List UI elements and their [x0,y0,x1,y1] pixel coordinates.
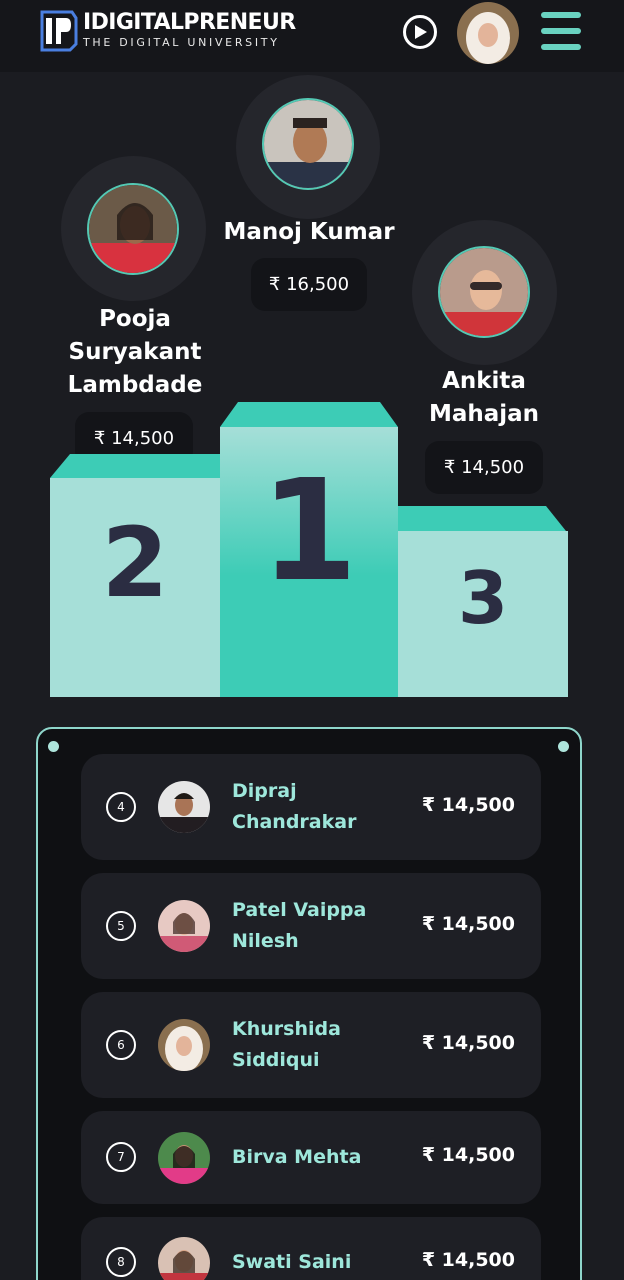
leaderboard-row[interactable]: 6 Khurshida Siddiqui ₹ 14,500 [81,992,541,1098]
podium-third-number: 3 [457,556,509,640]
rank-badge: 4 [106,792,136,822]
row-name: Birva Mehta [232,1146,362,1168]
row-avatar[interactable] [158,1132,210,1184]
rank-badge: 6 [106,1030,136,1060]
leaderboard-panel: 4 Dipraj Chandrakar ₹ 14,500 5 Patel Vai… [36,727,582,1280]
row-amount: ₹ 14,500 [421,1144,515,1166]
rank-badge: 5 [106,911,136,941]
row-avatar[interactable] [158,781,210,833]
podium-third: 3 [398,531,568,697]
row-name: Dipraj Chandrakar [232,780,357,833]
decor-dot [48,741,59,752]
row-amount: ₹ 14,500 [421,794,515,816]
row-amount: ₹ 14,500 [421,913,515,935]
row-avatar[interactable] [158,900,210,952]
row-avatar[interactable] [158,1237,210,1280]
podium-second: 2 [50,478,220,697]
leaderboard-row[interactable]: 8 Swati Saini ₹ 14,500 [81,1217,541,1280]
row-amount: ₹ 14,500 [421,1032,515,1054]
rank-badge: 8 [106,1247,136,1277]
rank-badge: 7 [106,1142,136,1172]
decor-dot [558,741,569,752]
leaderboard-row[interactable]: 4 Dipraj Chandrakar ₹ 14,500 [81,754,541,860]
row-name: Khurshida Siddiqui [232,1018,341,1071]
leaderboard-row[interactable]: 5 Patel Vaippa Nilesh ₹ 14,500 [81,873,541,979]
row-avatar[interactable] [158,1019,210,1071]
podium-first: 1 [220,427,398,697]
row-name: Swati Saini [232,1251,352,1273]
podium-second-number: 2 [101,507,169,619]
leaderboard-row[interactable]: 7 Birva Mehta ₹ 14,500 [81,1111,541,1204]
podium-first-number: 1 [260,450,358,613]
row-name: Patel Vaippa Nilesh [232,899,367,952]
row-amount: ₹ 14,500 [421,1249,515,1271]
